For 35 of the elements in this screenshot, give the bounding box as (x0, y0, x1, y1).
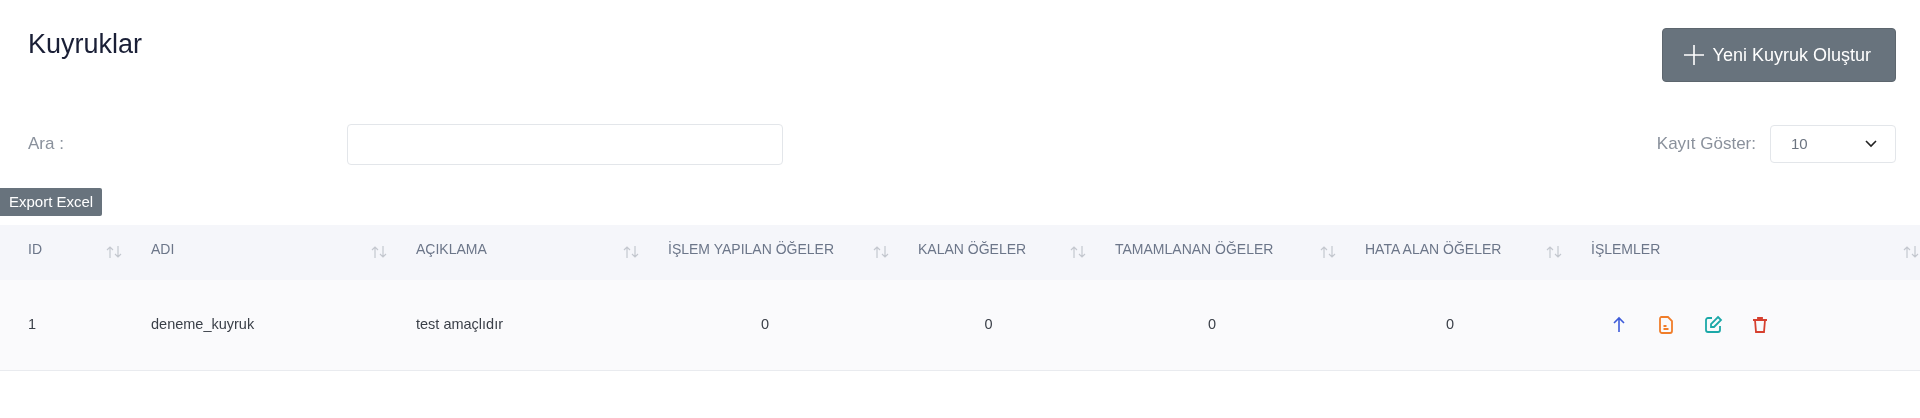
sort-icon[interactable] (1069, 245, 1087, 259)
sort-icon[interactable] (872, 245, 890, 259)
search-label: Ara : (28, 133, 64, 156)
page-size-select[interactable]: 10 (1770, 125, 1896, 163)
column-header[interactable]: KALAN ÖĞELER (918, 241, 1027, 257)
table-cell: 0 (760, 315, 770, 332)
table-cell: 0 (1207, 315, 1217, 332)
table-cell: deneme_kuyruk (151, 315, 255, 332)
column-header[interactable]: İŞLEM YAPILAN ÖĞELER (668, 241, 834, 257)
table-cell: test amaçlıdır (416, 315, 504, 332)
table-cell: 0 (1445, 315, 1455, 332)
column-header[interactable]: AÇIKLAMA (416, 241, 487, 257)
sort-icon[interactable] (622, 245, 640, 259)
search-field[interactable] (346, 123, 783, 165)
sort-icon[interactable] (1902, 245, 1920, 259)
page-size-label: Kayıt Göster: (1656, 133, 1756, 156)
column-header[interactable]: ADI (151, 241, 175, 257)
trash-icon[interactable] (1750, 314, 1770, 335)
column-header[interactable]: İŞLEMLER (1591, 241, 1661, 257)
sort-icon[interactable] (105, 245, 123, 259)
export-excel-button[interactable]: Export Excel (0, 188, 103, 216)
column-header[interactable]: TAMAMLANAN ÖĞELER (1115, 241, 1274, 257)
table-cell: 0 (984, 315, 993, 332)
column-header[interactable]: HATA ALAN ÖĞELER (1365, 241, 1502, 257)
plus-icon (1682, 44, 1705, 66)
table-cell: 1 (28, 315, 37, 332)
column-header[interactable]: ID (28, 241, 42, 257)
sort-icon[interactable] (1319, 245, 1337, 259)
document-icon[interactable] (1656, 314, 1676, 335)
edit-icon[interactable] (1703, 314, 1723, 335)
sort-icon[interactable] (370, 245, 388, 259)
sort-icon[interactable] (1545, 245, 1563, 259)
page-title: Kuyruklar (28, 28, 143, 61)
create-queue-button[interactable]: Yeni Kuyruk Oluştur (1661, 28, 1896, 82)
chevron-down-icon (1865, 140, 1877, 148)
